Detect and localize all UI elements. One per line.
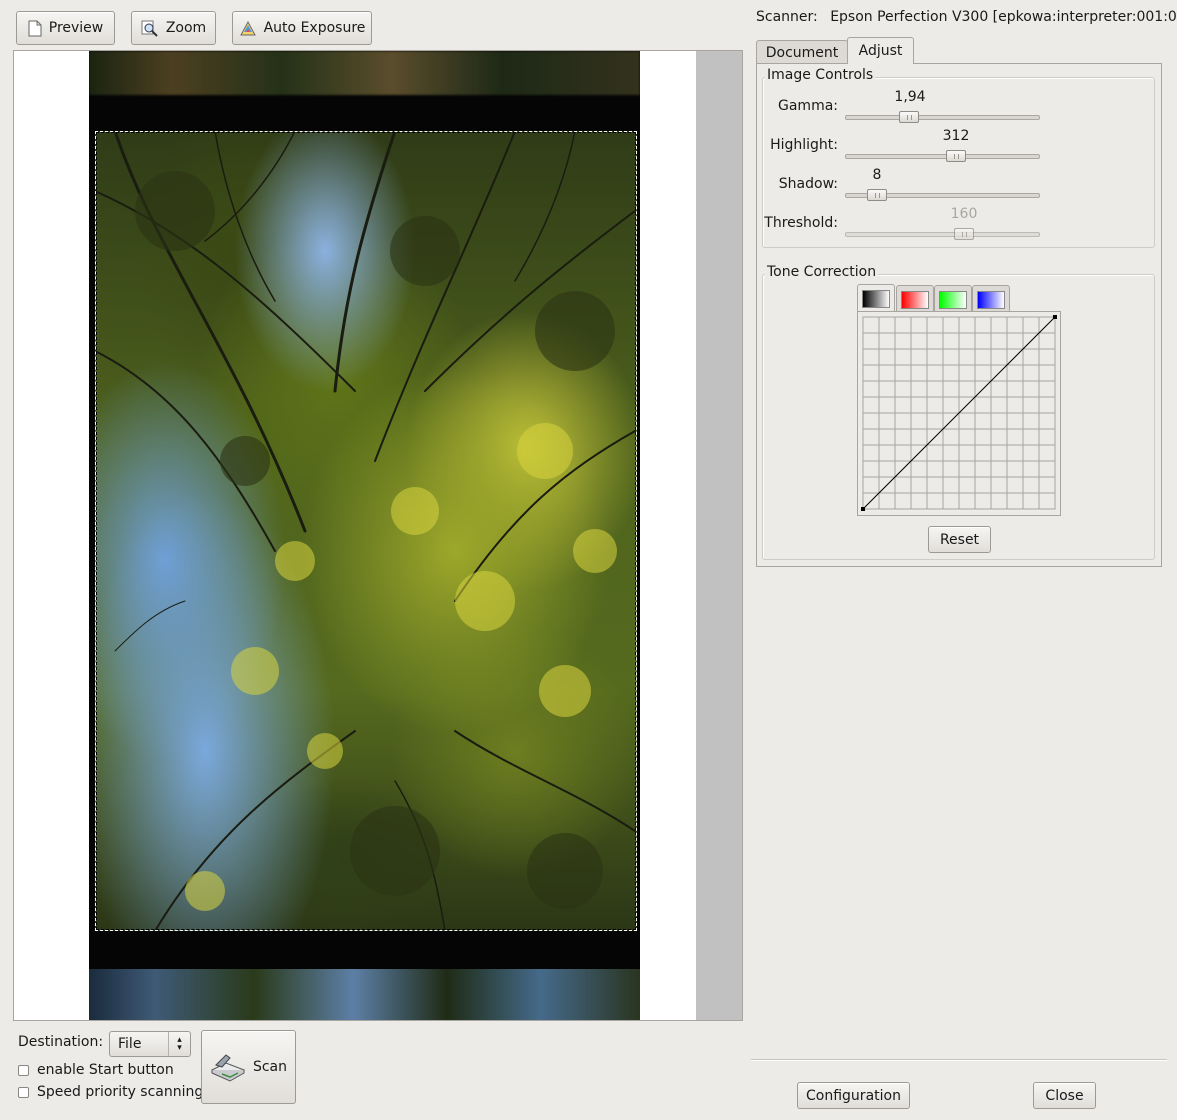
tab-red-channel[interactable] <box>896 285 934 313</box>
scan-button[interactable]: Scan <box>201 1030 296 1104</box>
enable-start-checkbox-box[interactable] <box>18 1064 29 1076</box>
gamma-slider-handle[interactable] <box>899 111 919 123</box>
red-channel-swatch <box>901 290 929 309</box>
tab-blue-channel[interactable] <box>972 285 1010 313</box>
shadow-label: Shadow: <box>778 176 838 192</box>
tab-document[interactable]: Document <box>756 40 848 64</box>
scanner-info: Scanner: Epson Perfection V300 [epkowa:i… <box>756 9 1177 25</box>
auto-exposure-button[interactable]: Auto Exposure <box>232 11 372 45</box>
speed-priority-checkbox-box[interactable] <box>18 1086 29 1098</box>
gamma-label: Gamma: <box>778 98 838 114</box>
gamma-slider[interactable] <box>845 115 1040 120</box>
scan-label: Scan <box>252 1059 288 1075</box>
configuration-button[interactable]: Configuration <box>797 1082 910 1109</box>
close-label: Close <box>1045 1087 1084 1104</box>
tab-document-label: Document <box>765 44 839 61</box>
zoom-button[interactable]: Zoom <box>131 11 216 45</box>
tone-correction-title: Tone Correction <box>765 264 879 280</box>
film-frame-bottom <box>89 969 640 1020</box>
tab-adjust[interactable]: Adjust <box>847 37 914 64</box>
updown-arrows-icon: ▴ ▾ <box>168 1032 190 1056</box>
destination-value: File <box>118 1036 142 1052</box>
shadow-value: 8 <box>872 167 882 183</box>
shadow-slider-handle[interactable] <box>867 189 887 201</box>
tab-adjust-label: Adjust <box>858 43 903 59</box>
scanner-label: Scanner: <box>756 9 818 25</box>
document-icon <box>28 20 42 37</box>
footer-separator <box>751 1059 1167 1061</box>
zoom-label: Zoom <box>165 20 207 36</box>
threshold-slider-handle <box>954 228 974 240</box>
preview-scrollbar-area <box>696 51 742 1020</box>
scanner-icon <box>210 1052 246 1082</box>
tone-curve-graph[interactable] <box>858 312 1060 515</box>
scanner-name: Epson Perfection V300 [epkowa:interprete… <box>830 9 1177 25</box>
speed-priority-checkbox[interactable]: Speed priority scanning <box>18 1084 203 1100</box>
auto-exposure-label: Auto Exposure <box>263 20 366 36</box>
image-controls-title: Image Controls <box>765 67 876 83</box>
curve-point-end <box>1053 315 1057 319</box>
close-button[interactable]: Close <box>1033 1082 1096 1109</box>
blue-channel-swatch <box>977 290 1005 309</box>
highlight-value: 312 <box>942 128 970 144</box>
tone-curve-editor[interactable] <box>857 311 1061 516</box>
preview-button[interactable]: Preview <box>16 11 115 45</box>
enable-start-label: enable Start button <box>37 1062 174 1078</box>
destination-select[interactable]: File ▴ ▾ <box>109 1031 191 1057</box>
gamma-value: 1,94 <box>894 89 926 105</box>
tab-green-channel[interactable] <box>934 285 972 313</box>
configuration-label: Configuration <box>806 1087 901 1104</box>
threshold-label: Threshold: <box>764 215 838 231</box>
preview-label: Preview <box>48 20 104 36</box>
zoom-icon <box>141 20 159 37</box>
speed-priority-label: Speed priority scanning <box>37 1084 204 1100</box>
scan-area-selection[interactable] <box>95 131 637 931</box>
preview-area[interactable] <box>13 50 743 1021</box>
enable-start-checkbox[interactable]: enable Start button <box>18 1062 174 1078</box>
threshold-value: 160 <box>950 206 978 222</box>
tab-gray-channel[interactable] <box>857 284 895 312</box>
color-palette-icon <box>239 20 257 37</box>
green-channel-swatch <box>939 290 967 309</box>
curve-point-start <box>861 507 865 511</box>
highlight-slider-handle[interactable] <box>946 150 966 162</box>
highlight-label: Highlight: <box>770 137 838 153</box>
gray-channel-swatch <box>862 289 890 308</box>
reset-label: Reset <box>939 531 980 548</box>
highlight-slider[interactable] <box>845 154 1040 159</box>
threshold-slider <box>845 232 1040 237</box>
reset-button[interactable]: Reset <box>928 526 991 553</box>
destination-label: Destination: <box>18 1034 104 1050</box>
film-frame-top <box>89 51 640 95</box>
